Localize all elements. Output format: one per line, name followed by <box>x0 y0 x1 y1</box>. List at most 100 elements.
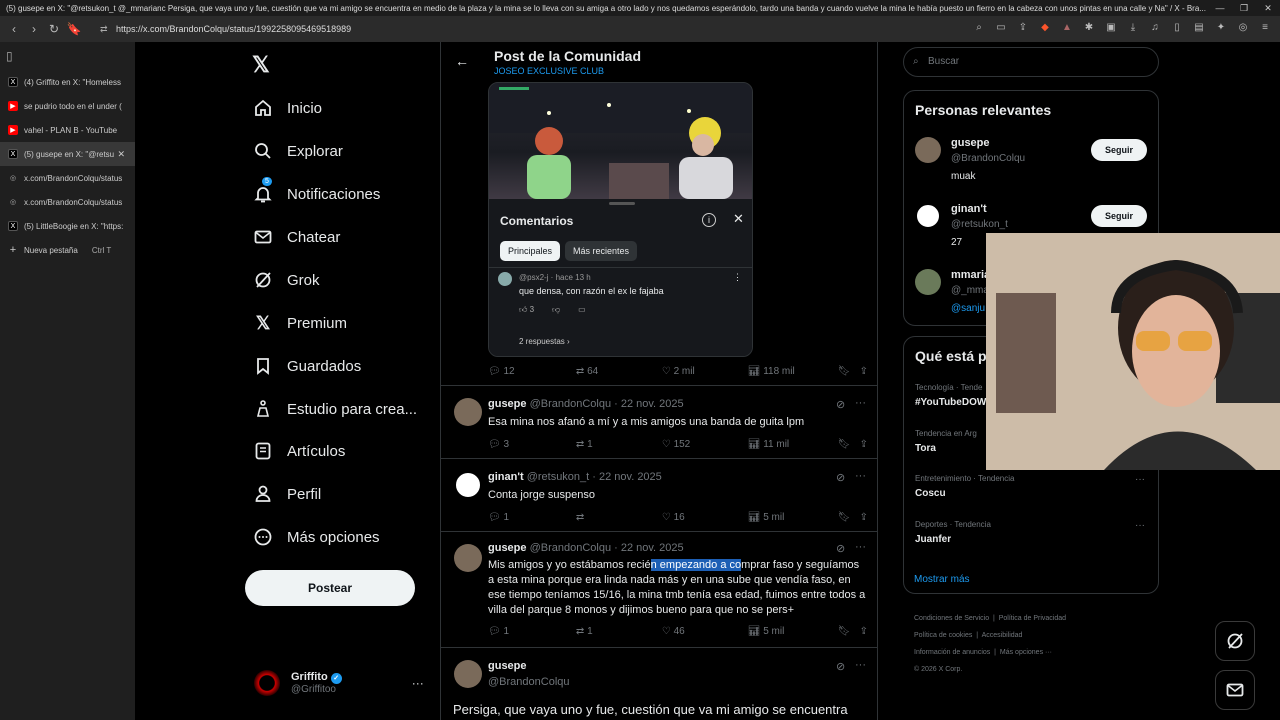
bookmark-icon[interactable]: 🔖︎ <box>838 439 860 450</box>
nav-item-inicio[interactable]: Inicio <box>252 97 322 119</box>
grok-icon[interactable]: ⊘ <box>836 471 845 484</box>
search-input[interactable]: ⌕ Buscar <box>903 47 1159 77</box>
footer-link[interactable]: Condiciones de Servicio <box>914 615 989 622</box>
reply-button[interactable]: 💬︎ 1 <box>488 512 576 523</box>
tab-principales[interactable]: Principales <box>500 241 561 261</box>
post-button[interactable]: Postear <box>245 570 415 606</box>
repost-button[interactable]: ⇄ 64 <box>576 366 662 377</box>
like-button[interactable]: ♡ 16 <box>662 512 748 523</box>
person-name[interactable]: ginan't <box>951 203 987 215</box>
trend-item[interactable]: Entretenimiento · Tendencia Coscu ··· <box>915 474 1151 499</box>
reply-tweet[interactable]: gusepe @BrandonColqu · 22 nov. 2025 ⊘ ··… <box>441 531 877 647</box>
nav-item-notificaciones[interactable]: 5 Notificaciones <box>252 177 380 205</box>
rewards-icon[interactable]: ▲ <box>1060 21 1074 35</box>
zoom-icon[interactable]: ⌕ <box>972 21 986 35</box>
views-button[interactable]: 📊︎ 5 mil <box>748 626 838 637</box>
grok-icon[interactable]: ⊘ <box>836 398 845 411</box>
nav-item-guardados[interactable]: Guardados <box>252 355 361 377</box>
account-switcher[interactable]: Griffito ✓ @Griffitoo ··· <box>254 670 424 696</box>
reload-icon[interactable]: ↻ <box>44 22 64 36</box>
avatar[interactable] <box>454 398 482 426</box>
tab-mas-recientes[interactable]: Más recientes <box>565 241 638 261</box>
avatar[interactable] <box>454 660 482 688</box>
nav-item-premium[interactable]: 𝕏 Premium <box>252 312 347 334</box>
new-tab-button[interactable]: + Nueva pestaña Ctrl T <box>0 238 135 262</box>
grok-icon[interactable]: ⊘ <box>836 542 845 555</box>
drag-handle[interactable] <box>609 202 635 205</box>
person-card[interactable]: gusepe @BrandonColqu muak Seguir <box>915 137 1151 187</box>
footer-link[interactable]: Accesibilidad <box>982 632 1023 639</box>
close-tab-icon[interactable]: ✕ <box>117 149 125 160</box>
views-button[interactable]: 📊︎ 11 mil <box>748 439 838 450</box>
tab-item[interactable]: ◎ x.com/BrandonColqu/status <box>0 190 135 214</box>
trend-item[interactable]: Deportes · Tendencia Juanfer ··· <box>915 520 1151 545</box>
forward-nav-icon[interactable]: › <box>24 22 44 36</box>
nav-item-estudio[interactable]: Estudio para crea... <box>252 398 417 420</box>
avatar[interactable] <box>915 203 941 229</box>
account-more-icon[interactable]: ··· <box>412 676 424 690</box>
back-arrow-icon[interactable]: ← <box>455 53 469 69</box>
views-button[interactable]: 📊︎ 118 mil <box>748 366 838 377</box>
brave-shield-icon[interactable]: ◆ <box>1038 21 1052 35</box>
bookmark-page-icon[interactable]: 🔖 <box>64 22 84 36</box>
dislike-icon[interactable]: 👎︎ <box>552 305 560 315</box>
tab-item[interactable]: ◎ x.com/BrandonColqu/status <box>0 166 135 190</box>
info-icon[interactable]: i <box>702 213 716 227</box>
author-name[interactable]: gusepe <box>488 398 527 410</box>
menu-icon[interactable]: ≡ <box>1258 21 1272 35</box>
footer-link[interactable]: Más opciones ··· <box>1000 649 1052 656</box>
trend-more-icon[interactable]: ··· <box>1135 474 1145 485</box>
download-icon[interactable]: ⤓ <box>1126 21 1140 35</box>
reply-tweet[interactable]: gusepe @BrandonColqu · 22 nov. 2025 ⊘ ··… <box>441 385 877 458</box>
community-name[interactable]: JOSEO EXCLUSIVE CLUB <box>494 66 604 76</box>
close-window-button[interactable]: ✕ <box>1256 0 1280 16</box>
nav-item-explorar[interactable]: Explorar <box>252 140 343 162</box>
reply-tweet[interactable]: ginan't @retsukon_t · 22 nov. 2025 ⊘ ···… <box>441 458 877 531</box>
address-bar[interactable]: ⇄ https://x.com/BrandonColqu/status/1992… <box>96 20 956 38</box>
avatar[interactable] <box>915 137 941 163</box>
avatar[interactable] <box>915 269 941 295</box>
messages-float-button[interactable] <box>1215 670 1255 710</box>
site-info-icon[interactable]: ⇄ <box>100 20 108 38</box>
grok-float-button[interactable] <box>1215 621 1255 661</box>
like-button[interactable]: ♡ 46 <box>662 626 748 637</box>
tab-item[interactable]: ▶ vahel - PLAN B - YouTube <box>0 118 135 142</box>
tab-item-active[interactable]: X (5) gusepe en X: "@retsu ✕ <box>0 142 135 166</box>
more-icon[interactable]: ··· <box>855 397 866 409</box>
video-thumbnail[interactable] <box>489 83 752 199</box>
avatar[interactable] <box>454 544 482 572</box>
tab-item[interactable]: ▶ se pudrio todo en el under ( <box>0 94 135 118</box>
person-name[interactable]: gusepe <box>951 137 990 149</box>
vpn-icon[interactable]: ◎ <box>1236 21 1250 35</box>
more-icon[interactable]: ··· <box>855 470 866 482</box>
more-icon[interactable]: ··· <box>855 659 866 671</box>
share-icon[interactable]: ⇪ <box>860 366 868 377</box>
views-button[interactable]: 📊︎ 5 mil <box>748 512 838 523</box>
repost-button[interactable]: ⇄ 1 <box>576 439 662 450</box>
comment-more-icon[interactable]: ⋮ <box>733 272 742 283</box>
media-icon[interactable]: ♫ <box>1148 21 1162 35</box>
x-logo-icon[interactable]: 𝕏 <box>252 52 270 78</box>
nav-item-grok[interactable]: Grok <box>252 269 320 291</box>
nav-item-articulos[interactable]: Artículos <box>252 440 345 462</box>
replies-link[interactable]: 2 respuestas › <box>519 337 570 346</box>
leo-ai-icon[interactable]: ✦ <box>1214 21 1228 35</box>
share-icon[interactable]: ⇪ <box>1016 21 1030 35</box>
person-name[interactable]: mmaria <box>951 269 990 281</box>
sidebar-panel-icon[interactable]: ▯ <box>0 42 135 70</box>
extensions-icon[interactable]: ✱ <box>1082 21 1096 35</box>
focused-tweet[interactable]: gusepe @BrandonColqu ⊘ ··· Persiga, que … <box>441 647 877 720</box>
bookmark-icon[interactable]: 🔖︎ <box>838 512 860 523</box>
share-icon[interactable]: ⇪ <box>860 626 868 637</box>
like-button[interactable]: ♡ 2 mil <box>662 366 748 377</box>
back-nav-icon[interactable]: ‹ <box>4 22 24 36</box>
tab-item[interactable]: X (4) Griffito en X: "Homeless <box>0 70 135 94</box>
reply-button[interactable]: 💬︎ 3 <box>488 439 576 450</box>
footer-link[interactable]: Política de Privacidad <box>999 615 1066 622</box>
footer-link[interactable]: Información de anuncios <box>914 649 990 656</box>
minimize-button[interactable]: — <box>1208 0 1232 16</box>
avatar[interactable] <box>454 471 482 499</box>
nav-item-chatear[interactable]: Chatear <box>252 226 340 248</box>
reply-button[interactable]: 💬︎ 12 <box>488 366 576 377</box>
like-button[interactable]: ♡ 152 <box>662 439 748 450</box>
